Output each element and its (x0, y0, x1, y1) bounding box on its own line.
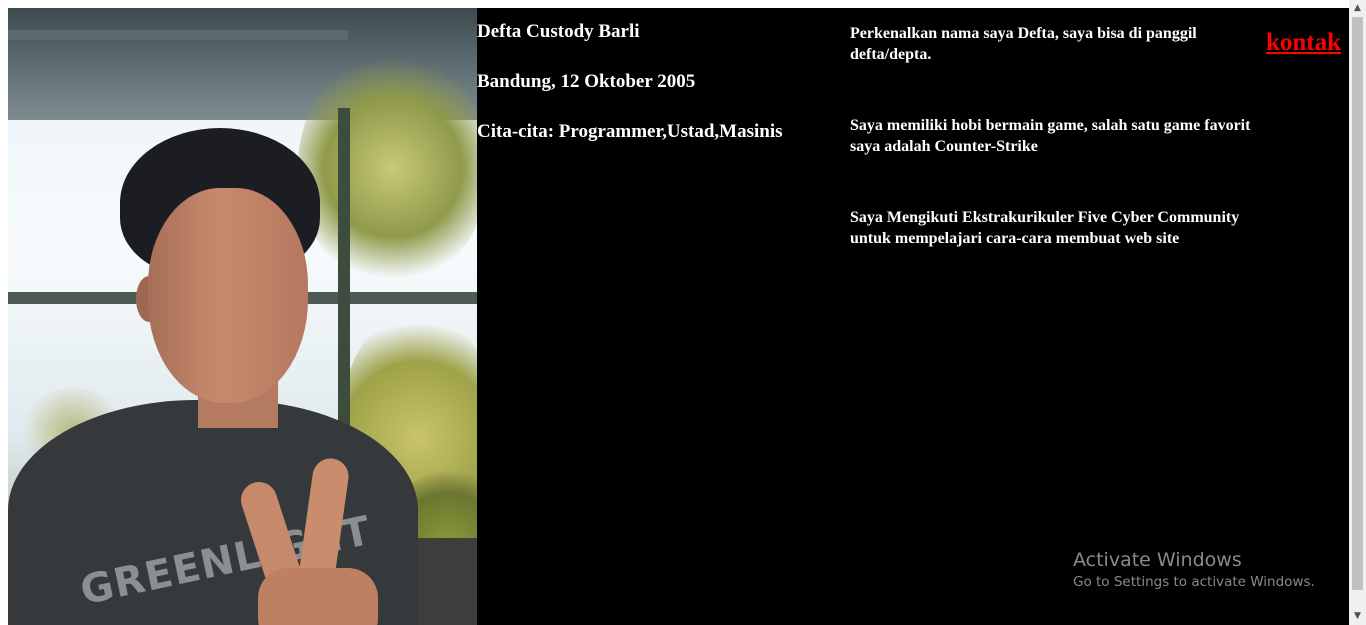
vertical-scrollbar[interactable]: ▲ ▼ (1349, 0, 1366, 625)
profile-name: Defta Custody Barli (477, 21, 640, 42)
about-section: Perkenalkan nama saya Defta, saya bisa d… (850, 23, 1260, 249)
contact-link[interactable]: kontak (1266, 29, 1341, 57)
profile-birth: Bandung, 12 Oktober 2005 (477, 71, 696, 92)
scroll-thumb[interactable] (1352, 17, 1363, 590)
profile-info: Defta Custody Barli Bandung, 12 Oktober … (477, 20, 847, 170)
profile-goals: Cita-cita: Programmer,Ustad,Masinis (477, 121, 783, 142)
scroll-up-arrow-icon[interactable]: ▲ (1349, 0, 1366, 17)
about-hobby: Saya memiliki hobi bermain game, salah s… (850, 117, 1251, 155)
about-club: Saya Mengikuti Ekstrakurikuler Five Cybe… (850, 209, 1240, 247)
profile-page: GREENLIGHT Defta Custody Barli Bandung, … (8, 8, 1349, 625)
photo-hand (258, 568, 378, 625)
profile-photo: GREENLIGHT (8, 8, 477, 625)
photo-face (148, 188, 308, 403)
photo-plant (298, 48, 477, 288)
scroll-down-arrow-icon[interactable]: ▼ (1349, 608, 1366, 625)
photo-roof-beam (8, 30, 348, 40)
watermark-title: Activate Windows (1073, 549, 1242, 571)
about-intro: Perkenalkan nama saya Defta, saya bisa d… (850, 25, 1197, 63)
activate-windows-watermark: Activate Windows Go to Settings to activ… (1073, 548, 1315, 592)
watermark-subtitle: Go to Settings to activate Windows. (1073, 574, 1315, 590)
